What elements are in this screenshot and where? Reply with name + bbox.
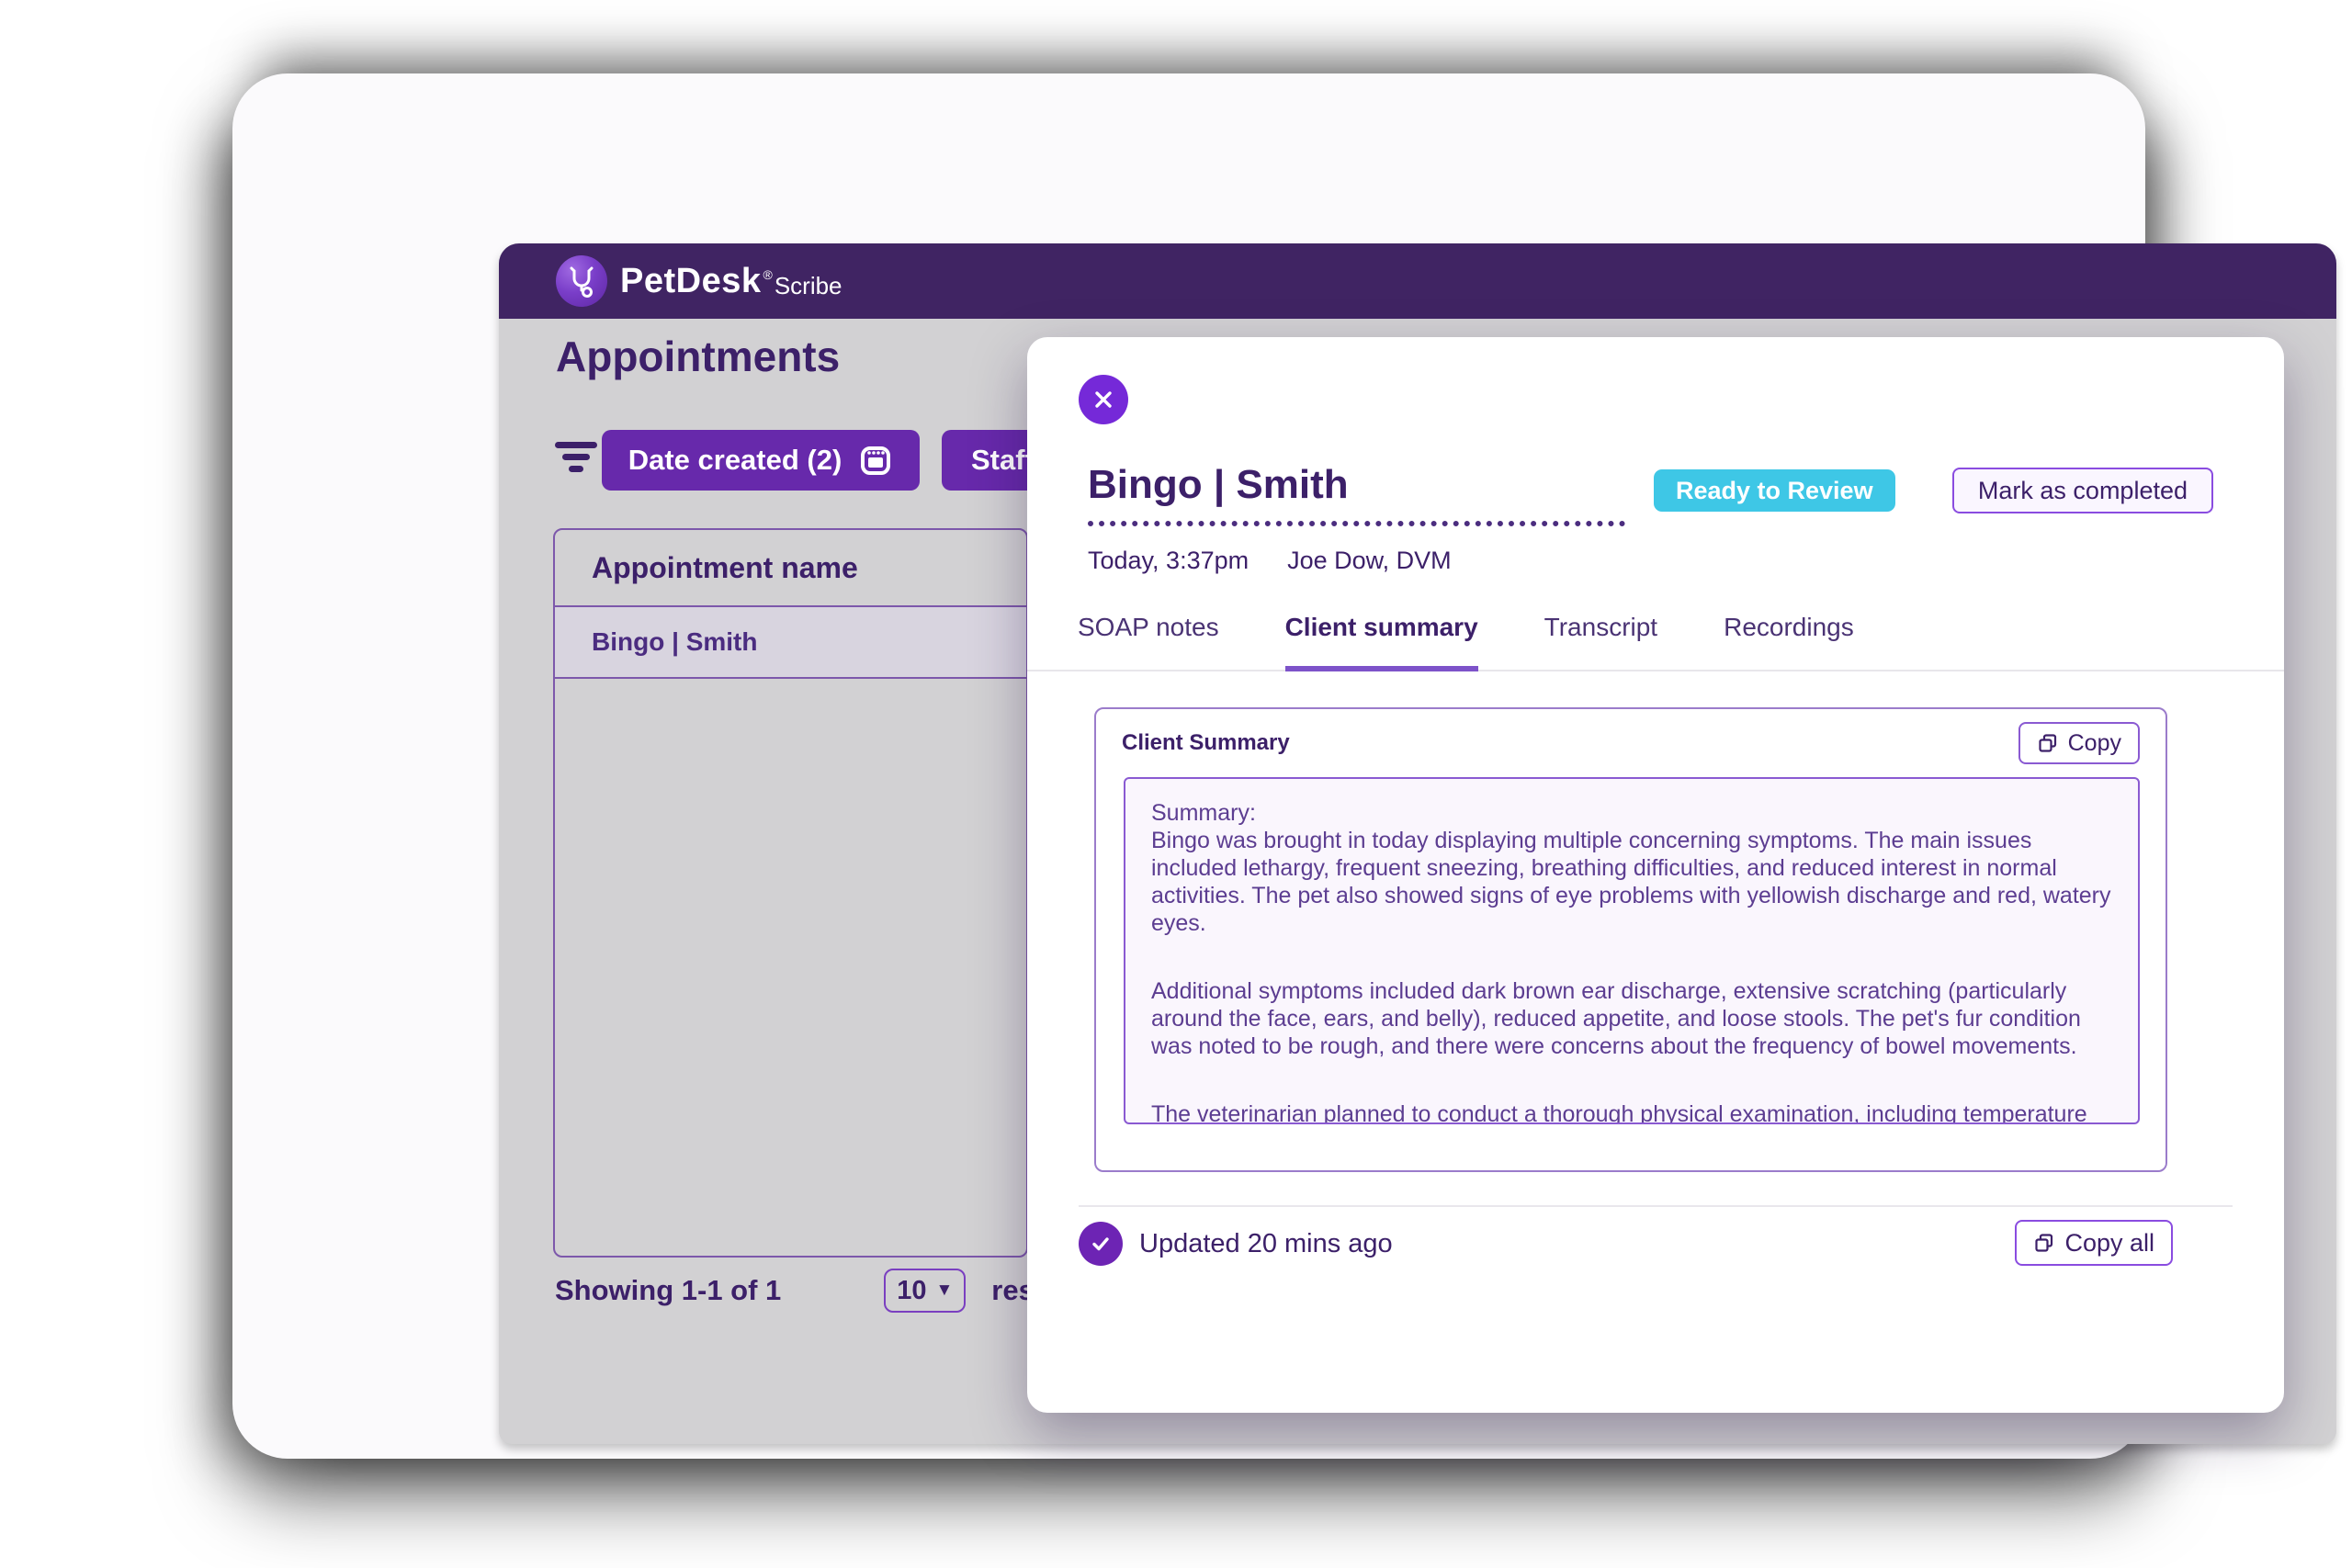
brand-name: PetDesk: [620, 262, 761, 301]
filter-funnel-icon[interactable]: [554, 442, 598, 479]
table-header-appointment-name: Appointment name: [555, 530, 1026, 607]
summary-paragraph: Bingo was brought in today displaying mu…: [1151, 827, 2112, 937]
copy-button-label: Copy: [2068, 730, 2121, 757]
tab-client-summary[interactable]: Client summary: [1285, 613, 1478, 671]
modal-tabs: SOAP notes Client summary Transcript Rec…: [1027, 613, 2284, 671]
copy-all-button[interactable]: Copy all: [2015, 1220, 2173, 1266]
page-title: Appointments: [556, 332, 840, 381]
summary-heading: Summary:: [1151, 799, 2112, 827]
copy-icon: [2037, 732, 2059, 754]
appointments-table: Appointment name Bingo | Smith: [553, 528, 1028, 1258]
copy-button[interactable]: Copy: [2018, 722, 2140, 764]
mark-as-completed-button[interactable]: Mark as completed: [1952, 468, 2213, 513]
date-created-filter-button[interactable]: Date created (2): [602, 430, 920, 491]
updated-status-label: Updated 20 mins ago: [1139, 1222, 1393, 1266]
page-size-dropdown[interactable]: 10 ▼: [884, 1269, 966, 1313]
copy-all-button-label: Copy all: [2064, 1229, 2154, 1258]
screenshot-card: PetDesk ® Scribe Appointments Date creat…: [232, 73, 2145, 1459]
updated-check-icon: [1079, 1222, 1123, 1266]
close-icon: [1091, 388, 1115, 412]
tab-transcript[interactable]: Transcript: [1544, 613, 1657, 670]
appointment-datetime: Today, 3:37pm: [1088, 547, 1249, 575]
summary-paragraph: The veterinarian planned to conduct a th…: [1151, 1100, 2112, 1124]
client-summary-card-header: Client Summary Copy: [1096, 709, 2165, 777]
appointment-meta: Today, 3:37pm Joe Dow, DVM: [1088, 547, 1452, 575]
brand-reg-mark: ®: [763, 267, 772, 282]
tab-soap-notes[interactable]: SOAP notes: [1078, 613, 1219, 670]
copy-all-icon: [2033, 1232, 2055, 1254]
page-size-value: 10: [897, 1276, 926, 1306]
tab-recordings[interactable]: Recordings: [1724, 613, 1854, 670]
appointment-veterinarian: Joe Dow, DVM: [1287, 547, 1452, 575]
title-dotted-underline: [1088, 521, 1625, 526]
calendar-icon: [858, 443, 893, 478]
table-row[interactable]: Bingo | Smith: [555, 607, 1026, 679]
client-summary-card-title: Client Summary: [1122, 730, 1290, 756]
staff-filter-label: Staff: [971, 444, 1035, 477]
close-button[interactable]: [1079, 375, 1128, 424]
dropdown-arrow-icon: ▼: [936, 1280, 954, 1301]
brand-wordmark: PetDesk ® Scribe: [620, 243, 842, 319]
stage: PetDesk ® Scribe Appointments Date creat…: [0, 0, 2352, 1568]
summary-paragraph: Additional symptoms included dark brown …: [1151, 977, 2112, 1060]
appointment-detail-modal: Bingo | Smith Ready to Review Mark as co…: [1027, 337, 2284, 1413]
date-created-filter-label: Date created (2): [628, 444, 842, 477]
app-header: PetDesk ® Scribe: [499, 243, 2336, 319]
modal-title: Bingo | Smith: [1088, 462, 1349, 508]
showing-count-label: Showing 1-1 of 1: [555, 1274, 781, 1307]
client-summary-text-box: Summary: Bingo was brought in today disp…: [1124, 777, 2140, 1124]
modal-footer-divider: [1079, 1205, 2233, 1207]
client-summary-card: Client Summary Copy Summary: Bingo was: [1094, 707, 2167, 1172]
status-badge: Ready to Review: [1654, 469, 1895, 512]
brand-product: Scribe: [775, 272, 842, 300]
petdesk-logo-icon: [556, 255, 607, 307]
